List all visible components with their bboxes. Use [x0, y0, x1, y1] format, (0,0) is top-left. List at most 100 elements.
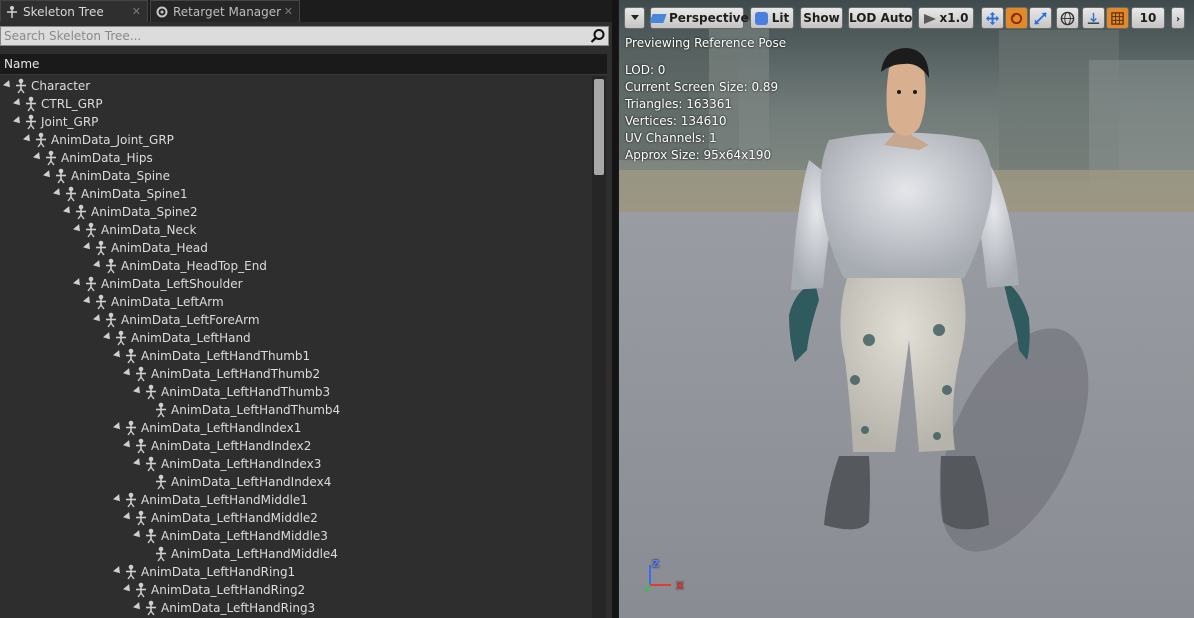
perspective-label: Perspective [669, 11, 749, 25]
translate-mode-button[interactable] [981, 7, 1004, 29]
expand-arrow-icon[interactable] [133, 386, 143, 396]
close-icon[interactable]: ✕ [132, 1, 141, 23]
expand-arrow-icon[interactable] [73, 224, 83, 234]
tree-row-label: AnimData_HeadTop_End [121, 259, 267, 273]
expand-arrow-icon[interactable] [3, 80, 13, 90]
tree-row[interactable]: AnimData_Spine [0, 167, 592, 185]
show-button[interactable]: Show [800, 7, 843, 29]
tab-skeleton-tree[interactable]: Skeleton Tree ✕ [0, 0, 148, 22]
tree-row[interactable]: AnimData_LeftHandRing3 [0, 599, 592, 617]
tree-row-label: AnimData_LeftHandThumb1 [141, 349, 311, 363]
scale-mode-button[interactable] [1029, 7, 1052, 29]
expand-arrow-icon[interactable] [13, 98, 23, 108]
tree-row-label: AnimData_LeftForeArm [121, 313, 260, 327]
expand-arrow-icon[interactable] [23, 134, 33, 144]
bone-icon [156, 474, 166, 490]
rotate-mode-button[interactable] [1005, 7, 1028, 29]
tab-retarget-manager[interactable]: Retarget Manager ✕ [150, 0, 300, 22]
tree-row[interactable]: AnimData_HeadTop_End [0, 257, 592, 275]
expand-arrow-icon[interactable] [123, 440, 133, 450]
tree-row[interactable]: AnimData_Neck [0, 221, 592, 239]
bone-icon [96, 240, 106, 256]
search-input[interactable] [4, 28, 584, 44]
expand-arrow-icon[interactable] [93, 260, 103, 270]
expand-arrow-icon[interactable] [113, 350, 123, 360]
lod-button[interactable]: LOD Auto [848, 7, 913, 29]
tree-row-label: AnimData_LeftHandIndex4 [171, 475, 332, 489]
viewport[interactable]: Z X Previewing Reference Pose LOD: 0 Cur… [619, 0, 1194, 618]
expand-arrow-icon[interactable] [53, 188, 63, 198]
tree-row[interactable]: Joint_GRP [0, 113, 592, 131]
tree-row[interactable]: AnimData_Hips [0, 149, 592, 167]
tree-row[interactable]: AnimData_LeftHandIndex4 [0, 473, 592, 491]
expand-arrow-icon[interactable] [43, 170, 53, 180]
viewport-options-button[interactable] [624, 7, 645, 29]
tree-row[interactable]: AnimData_LeftArm [0, 293, 592, 311]
tree-row[interactable]: AnimData_LeftHandMiddle3 [0, 527, 592, 545]
show-label: Show [803, 11, 840, 25]
grid-snap-toggle[interactable] [1106, 7, 1129, 29]
bone-icon [126, 492, 136, 508]
expand-arrow-icon[interactable] [133, 602, 143, 612]
tree-row[interactable]: AnimData_LeftHandRing2 [0, 581, 592, 599]
tree-row[interactable]: AnimData_LeftHandThumb2 [0, 365, 592, 383]
tree-row[interactable]: AnimData_LeftHandMiddle4 [0, 545, 592, 563]
expand-arrow-icon[interactable] [83, 242, 93, 252]
tree-row[interactable]: AnimData_Joint_GRP [0, 131, 592, 149]
perspective-button[interactable]: Perspective [649, 7, 749, 29]
world-local-toggle[interactable] [1056, 7, 1079, 29]
lit-button[interactable]: Lit [750, 7, 794, 29]
tree-row-label: Joint_GRP [41, 115, 99, 129]
expand-arrow-icon[interactable] [13, 116, 23, 126]
expand-arrow-icon[interactable] [123, 512, 133, 522]
expand-arrow-icon[interactable] [33, 152, 43, 162]
tree-row[interactable]: AnimData_LeftHandIndex1 [0, 419, 592, 437]
expand-arrow-icon[interactable] [93, 314, 103, 324]
tree-row[interactable]: AnimData_LeftHand [0, 329, 592, 347]
tree-row[interactable]: CTRL_GRP [0, 95, 592, 113]
tree-row-label: AnimData_LeftHandMiddle3 [161, 529, 328, 543]
rotate-icon [1010, 12, 1023, 25]
expand-arrow-icon[interactable] [83, 296, 93, 306]
expand-arrow-icon[interactable] [73, 278, 83, 288]
tree-row[interactable]: AnimData_LeftHandThumb3 [0, 383, 592, 401]
bone-icon [146, 600, 156, 616]
tree-row[interactable]: AnimData_Spine1 [0, 185, 592, 203]
playback-speed-button[interactable]: x1.0 [918, 7, 974, 29]
tree-row[interactable]: AnimData_Spine2 [0, 203, 592, 221]
tree-row[interactable]: AnimData_LeftHandMiddle2 [0, 509, 592, 527]
scrollbar-thumb[interactable] [594, 79, 604, 175]
bone-icon [106, 312, 116, 328]
tree-row[interactable]: AnimData_LeftHandRing1 [0, 563, 592, 581]
expand-arrow-icon[interactable] [113, 494, 123, 504]
close-icon[interactable]: ✕ [284, 1, 293, 23]
panel-splitter[interactable] [612, 0, 618, 618]
bone-icon [126, 564, 136, 580]
expand-arrow-icon[interactable] [113, 566, 123, 576]
expand-arrow-icon[interactable] [63, 206, 73, 216]
tree-row[interactable]: AnimData_LeftHandIndex2 [0, 437, 592, 455]
tree-scrollbar[interactable] [592, 76, 606, 618]
expand-arrow-icon[interactable] [133, 530, 143, 540]
speed-label: x1.0 [939, 11, 969, 25]
tree-row[interactable]: AnimData_Head [0, 239, 592, 257]
tree-row[interactable]: Character [0, 77, 592, 95]
toolbar-overflow-button[interactable]: › [1171, 7, 1185, 29]
tree-row[interactable]: AnimData_LeftHandIndex3 [0, 455, 592, 473]
tree-row[interactable]: AnimData_LeftHandThumb1 [0, 347, 592, 365]
tree-row[interactable]: AnimData_LeftHandThumb4 [0, 401, 592, 419]
grid-size-dropdown[interactable]: 10 [1131, 7, 1165, 29]
tree-row[interactable]: AnimData_LeftForeArm [0, 311, 592, 329]
expand-arrow-icon[interactable] [113, 422, 123, 432]
tree-row[interactable]: AnimData_LeftShoulder [0, 275, 592, 293]
search-icon[interactable] [590, 28, 606, 44]
tree-row-label: AnimData_LeftHandRing3 [161, 601, 316, 615]
expand-arrow-icon[interactable] [103, 332, 113, 342]
expand-arrow-icon[interactable] [123, 368, 133, 378]
stat-vertices: Vertices: 134610 [625, 114, 727, 128]
tree-row[interactable]: AnimData_LeftHandMiddle1 [0, 491, 592, 509]
expand-arrow-icon[interactable] [123, 584, 133, 594]
surface-snap-button[interactable] [1082, 7, 1105, 29]
expand-arrow-icon[interactable] [133, 458, 143, 468]
column-header-name[interactable]: Name [0, 54, 607, 75]
